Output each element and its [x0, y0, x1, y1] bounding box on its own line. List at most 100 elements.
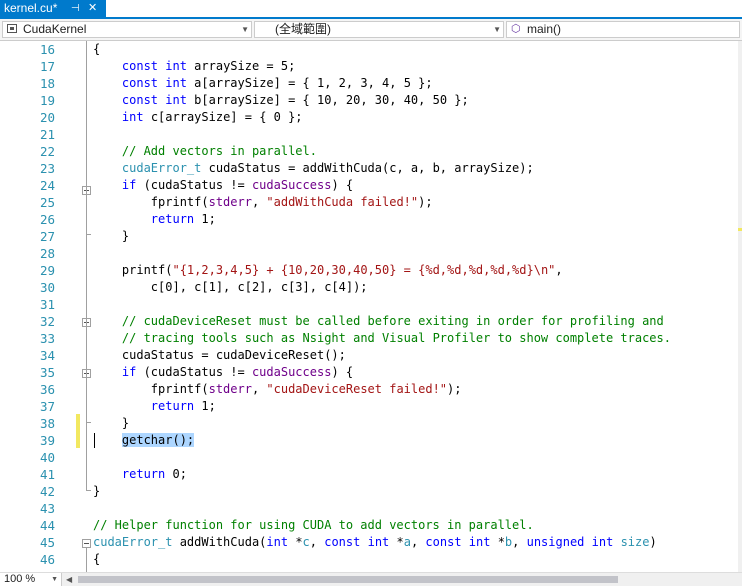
line-number: 25	[39, 195, 55, 210]
scope-dropdown[interactable]: (全域範圍) ▼	[254, 21, 504, 38]
line-number: 27	[39, 229, 55, 244]
code-line[interactable]: 32 // cudaDeviceReset must be called bef…	[0, 313, 742, 330]
editor-status-bar: 100 % ▼ ◀	[0, 572, 742, 586]
line-number: 32	[39, 314, 55, 329]
fold-guide-main	[86, 41, 87, 490]
pin-icon[interactable]: ⊣	[71, 0, 80, 17]
code-text: if (cudaStatus != cudaSuccess) {	[121, 365, 354, 379]
selected-text: getchar();	[121, 433, 195, 447]
scroll-left-icon[interactable]: ◀	[66, 573, 72, 586]
chevron-down-icon: ▼	[241, 25, 249, 34]
code-text: return 1;	[150, 212, 216, 226]
member-label: main()	[527, 22, 562, 36]
code-text: const int arraySize = 5;	[121, 59, 296, 73]
code-line[interactable]: 25 fprintf(stderr, "addWithCuda failed!"…	[0, 194, 742, 211]
code-editor[interactable]: 16{17 const int arraySize = 5; 18 const i…	[0, 41, 742, 572]
code-line[interactable]: 39 getchar();	[0, 432, 742, 449]
code-line[interactable]: 22 // Add vectors in parallel.	[0, 143, 742, 160]
code-line[interactable]: 38 }	[0, 415, 742, 432]
code-line[interactable]: 24 if (cudaStatus != cudaSuccess) {	[0, 177, 742, 194]
code-line[interactable]: 45 cudaError_t addWithCuda(int *c, const …	[0, 534, 742, 551]
code-text: // tracing tools such as Nsight and Visu…	[121, 331, 671, 345]
line-number: 18	[39, 76, 55, 91]
code-line[interactable]: 36 fprintf(stderr, "cudaDeviceReset fail…	[0, 381, 742, 398]
line-number: 23	[39, 161, 55, 176]
code-text: {	[93, 42, 101, 56]
code-line[interactable]: 31	[0, 296, 742, 313]
scrollbar-change-marker	[738, 228, 742, 231]
code-text: cudaError_t addWithCuda(int *c, const in…	[93, 535, 657, 549]
code-line[interactable]: 23 cudaError_t cudaStatus = addWithCuda(…	[0, 160, 742, 177]
code-line[interactable]: 30 c[0], c[1], c[2], c[3], c[4]);	[0, 279, 742, 296]
line-number: 20	[39, 110, 55, 125]
code-text: const int a[arraySize] = { 1, 2, 3, 4, 5…	[121, 76, 433, 90]
fold-guide	[86, 548, 87, 572]
code-line[interactable]: 19 const int b[arraySize] = { 10, 20, 30…	[0, 92, 742, 109]
code-line[interactable]: 37 return 1;	[0, 398, 742, 415]
fold-toggle-icon[interactable]	[82, 539, 91, 548]
code-line[interactable]: 40	[0, 449, 742, 466]
tab-kernel-cu[interactable]: kernel.cu* ⊣ ✕	[0, 0, 106, 17]
code-text: cudaStatus = cudaDeviceReset();	[93, 348, 346, 362]
member-dropdown[interactable]: ⬡ main()	[506, 21, 740, 38]
line-number: 43	[39, 501, 55, 516]
code-line[interactable]: 41 return 0;	[0, 466, 742, 483]
code-text: cudaError_t cudaStatus = addWithCuda(c, …	[121, 161, 534, 175]
code-line[interactable]: 46 {	[0, 551, 742, 568]
code-line[interactable]: 21	[0, 126, 742, 143]
vertical-scrollbar[interactable]	[738, 41, 742, 572]
navigation-bar: CudaKernel ▼ (全域範圍) ▼ ⬡ main()	[0, 19, 742, 41]
line-number: 46	[39, 552, 55, 567]
code-text: return 0;	[121, 467, 187, 481]
code-line[interactable]: 20 int c[arraySize] = { 0 };	[0, 109, 742, 126]
code-text: return 1;	[150, 399, 216, 413]
code-line[interactable]: 18 const int a[arraySize] = { 1, 2, 3, 4…	[0, 75, 742, 92]
code-text: {	[93, 552, 101, 566]
code-line[interactable]: 33 // tracing tools such as Nsight and V…	[0, 330, 742, 347]
code-line[interactable]: 27 }	[0, 228, 742, 245]
code-text: }	[93, 416, 130, 430]
zoom-dropdown[interactable]: 100 % ▼	[0, 573, 62, 586]
code-line[interactable]: 44 // Helper function for using CUDA to a…	[0, 517, 742, 534]
code-line[interactable]: 17 const int arraySize = 5;	[0, 58, 742, 75]
line-number: 31	[39, 297, 55, 312]
line-number: 35	[39, 365, 55, 380]
code-line[interactable]: 43	[0, 500, 742, 517]
fold-guide-end	[86, 490, 91, 491]
document-tab-bar: kernel.cu* ⊣ ✕	[0, 0, 742, 19]
chevron-down-icon: ▼	[51, 576, 58, 583]
line-number: 42	[39, 484, 55, 499]
line-number: 33	[39, 331, 55, 346]
scope-label: (全域範圍)	[275, 22, 331, 36]
code-line[interactable]: 34 cudaStatus = cudaDeviceReset();	[0, 347, 742, 364]
chevron-down-icon: ▼	[493, 25, 501, 34]
line-number: 28	[39, 246, 55, 261]
line-number: 30	[39, 280, 55, 295]
code-line[interactable]: 35 if (cudaStatus != cudaSuccess) {	[0, 364, 742, 381]
line-number: 45	[39, 535, 55, 550]
code-line[interactable]: 42}	[0, 483, 742, 500]
code-line[interactable]: 29 printf("{1,2,3,4,5} + {10,20,30,40,50…	[0, 262, 742, 279]
line-number: 21	[39, 127, 55, 142]
code-text: fprintf(stderr, "cudaDeviceReset failed!…	[93, 382, 462, 396]
line-number: 26	[39, 212, 55, 227]
code-text: const int b[arraySize] = { 10, 20, 30, 4…	[121, 93, 469, 107]
code-text: // Add vectors in parallel.	[121, 144, 317, 158]
code-line[interactable]: 16 {	[0, 41, 742, 58]
close-icon[interactable]: ✕	[88, 0, 97, 17]
code-text: // Helper function for using CUDA to add…	[93, 518, 534, 532]
line-number: 19	[39, 93, 55, 108]
line-number: 29	[39, 263, 55, 278]
line-number: 44	[39, 518, 55, 533]
line-number: 17	[39, 59, 55, 74]
code-line[interactable]: 28	[0, 245, 742, 262]
text-caret	[94, 433, 95, 448]
line-number: 41	[39, 467, 55, 482]
tab-title: kernel.cu*	[4, 1, 58, 15]
project-dropdown[interactable]: CudaKernel ▼	[2, 21, 252, 38]
code-line[interactable]: 26 return 1;	[0, 211, 742, 228]
code-text: getchar();	[93, 432, 195, 449]
project-icon	[7, 24, 17, 33]
line-number: 34	[39, 348, 55, 363]
horizontal-scrollbar-thumb[interactable]	[78, 576, 618, 583]
